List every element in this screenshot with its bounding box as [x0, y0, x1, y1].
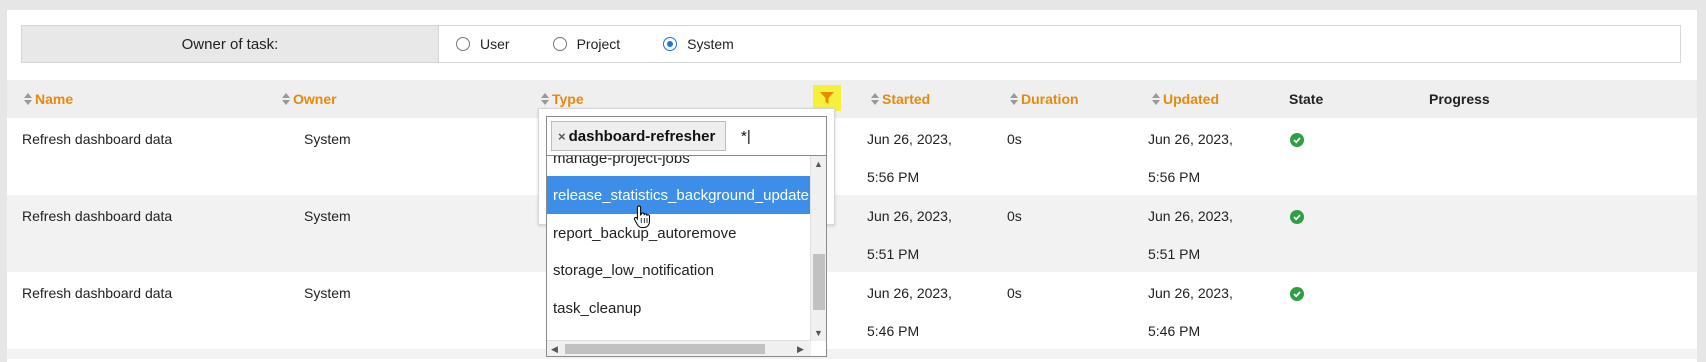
table-row[interactable]: Refresh dashboard data System Jun 26, 20… — [7, 272, 1697, 349]
list-item[interactable]: task_cleanup — [547, 289, 811, 327]
cell-duration: 0s — [1007, 208, 1022, 224]
column-header-updated[interactable]: Updated — [1152, 91, 1219, 107]
column-header-state: State — [1289, 91, 1324, 107]
column-header-owner[interactable]: Owner — [282, 91, 337, 107]
column-header-name-label: Name — [35, 91, 74, 107]
owner-filter-options: User Project System — [439, 26, 777, 62]
selected-tag-label: dashboard-refresher — [568, 127, 716, 145]
hand-pointer-icon — [633, 205, 650, 228]
owner-filter-label: Owner of task: — [22, 26, 439, 62]
list-item-highlighted[interactable]: release_statistics_background_update — [547, 176, 811, 214]
sort-icon — [1152, 93, 1160, 105]
sort-icon — [541, 93, 549, 105]
sort-icon — [282, 93, 290, 105]
sort-icon — [1010, 93, 1018, 105]
cell-owner: System — [304, 208, 351, 224]
cell-duration: 0s — [1007, 285, 1022, 301]
cell-started-time: 5:46 PM — [867, 323, 920, 339]
cell-name: Refresh dashboard data — [22, 131, 173, 147]
scroll-up-icon[interactable]: ▲ — [814, 159, 823, 169]
scroll-down-icon[interactable]: ▼ — [814, 328, 823, 338]
column-header-name[interactable]: Name — [24, 91, 73, 107]
column-header-owner-label: Owner — [293, 91, 337, 107]
radio-button-project[interactable] — [552, 37, 567, 51]
cell-updated-time: 5:51 PM — [1148, 246, 1201, 262]
cell-started-date: Jun 26, 2023, — [867, 285, 952, 301]
owner-radio-user[interactable]: User — [456, 36, 510, 52]
vertical-scroll-thumb[interactable] — [813, 254, 825, 310]
scroll-left-icon[interactable]: ◀ — [551, 344, 558, 354]
funnel-icon — [820, 91, 834, 104]
table-row-partial — [7, 349, 1697, 359]
column-header-duration-label: Duration — [1021, 91, 1079, 107]
cell-updated-date: Jun 26, 2023, — [1148, 131, 1233, 147]
cell-started-time: 5:51 PM — [867, 246, 920, 262]
cell-name: Refresh dashboard data — [22, 208, 173, 224]
column-header-type-label: Type — [552, 91, 584, 107]
radio-button-system[interactable] — [663, 37, 678, 51]
type-filter-select[interactable]: × dashboard-refresher — [546, 116, 827, 156]
sort-icon — [24, 93, 32, 105]
owner-radio-project[interactable]: Project — [552, 36, 621, 52]
remove-tag-icon[interactable]: × — [558, 129, 566, 144]
check-circle-icon — [1290, 133, 1304, 147]
owner-radio-system-label: System — [687, 36, 734, 52]
cell-owner: System — [304, 285, 351, 301]
cell-updated-date: Jun 26, 2023, — [1148, 285, 1233, 301]
check-circle-icon — [1290, 287, 1304, 301]
column-header-started-label: Started — [882, 91, 931, 107]
cell-started-date: Jun 26, 2023, — [867, 131, 952, 147]
list-item[interactable]: manage-project-jobs — [547, 156, 811, 177]
sort-icon — [871, 93, 879, 105]
owner-radio-project-label: Project — [576, 36, 621, 52]
list-item[interactable]: report_backup_autoremove — [547, 214, 811, 252]
cell-updated-date: Jun 26, 2023, — [1148, 208, 1233, 224]
column-header-updated-label: Updated — [1163, 91, 1219, 107]
owner-filter-bar: Owner of task: User Project System — [21, 25, 1681, 63]
owner-radio-user-label: User — [480, 36, 510, 52]
column-header-duration[interactable]: Duration — [1010, 91, 1079, 107]
cell-started-time: 5:56 PM — [867, 169, 920, 185]
column-header-started[interactable]: Started — [871, 91, 930, 107]
cell-duration: 0s — [1007, 131, 1022, 147]
vertical-scrollbar[interactable]: ▲ ▼ — [810, 156, 826, 341]
column-header-progress: Progress — [1429, 91, 1490, 107]
cell-updated-time: 5:56 PM — [1148, 169, 1201, 185]
cell-started-date: Jun 26, 2023, — [867, 208, 952, 224]
table-row[interactable]: Refresh dashboard data System Jun 26, 20… — [7, 118, 1697, 195]
cell-updated-time: 5:46 PM — [1148, 323, 1201, 339]
column-header-type[interactable]: Type — [541, 91, 584, 107]
check-circle-icon — [1290, 210, 1304, 224]
table-row[interactable]: Refresh dashboard data System Jun 26, 20… — [7, 195, 1697, 272]
horizontal-scroll-thumb[interactable] — [565, 344, 765, 354]
table-header: Name Owner Type Started Duration Updated… — [7, 80, 1697, 118]
radio-button-user[interactable] — [456, 37, 470, 51]
type-options-list[interactable]: manage-project-jobs release_statistics_b… — [546, 155, 827, 357]
owner-radio-system[interactable]: System — [663, 36, 734, 52]
horizontal-scrollbar[interactable]: ◀ ▶ — [547, 340, 811, 356]
type-filter-search-input[interactable] — [741, 125, 821, 147]
selected-tag: × dashboard-refresher — [551, 121, 727, 151]
scroll-right-icon[interactable]: ▶ — [797, 344, 804, 354]
list-item[interactable]: storage_low_notification — [547, 251, 811, 289]
cell-owner: System — [304, 131, 351, 147]
cell-name: Refresh dashboard data — [22, 285, 173, 301]
